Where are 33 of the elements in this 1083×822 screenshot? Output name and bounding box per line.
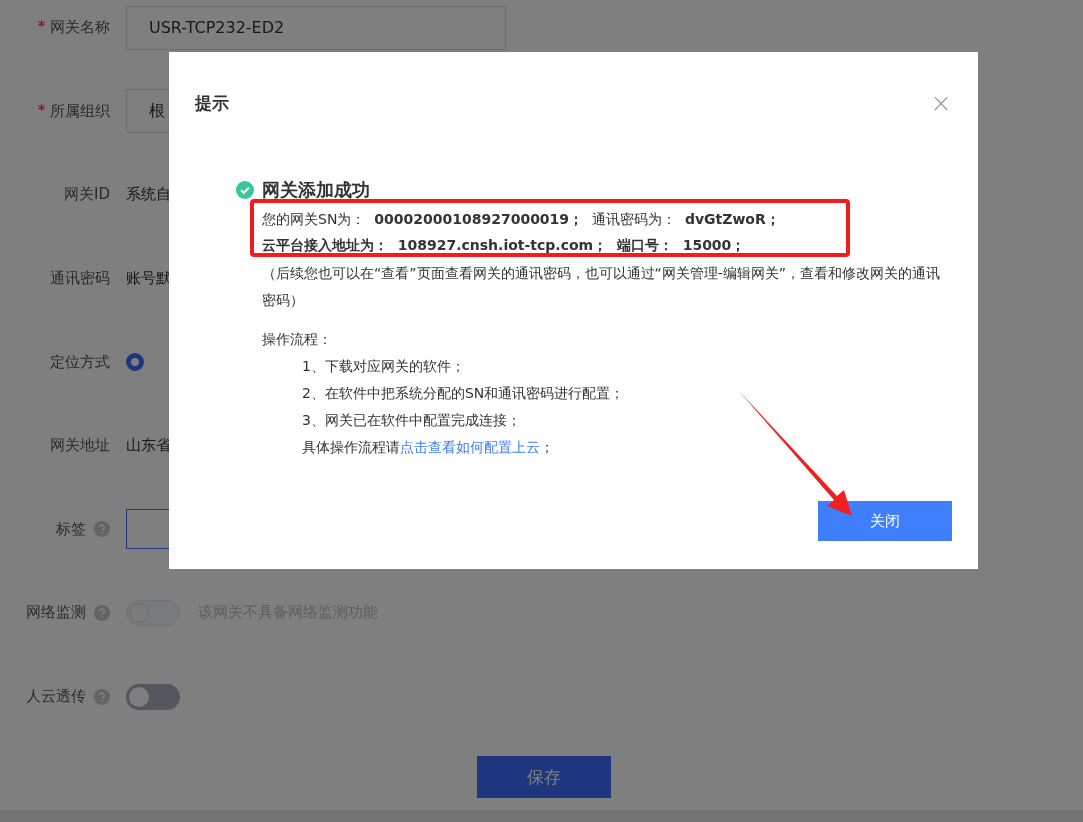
toggle-switch[interactable] [126, 683, 180, 710]
field-label: 网关名称 [50, 18, 110, 38]
guide-text: ； [540, 439, 554, 455]
field-value: 账号默 [126, 269, 171, 289]
field-label: 网关地址 [50, 436, 110, 456]
guide-text: 具体操作流程请 [302, 439, 400, 455]
help-icon[interactable] [94, 521, 110, 538]
step-text: 1、下载对应网关的软件； [302, 357, 466, 376]
step-text: 3、网关已在软件中配置完成连接； [302, 411, 522, 430]
guide-link[interactable]: 点击查看如何配置上云 [400, 439, 540, 455]
field-label: 定位方式 [50, 352, 110, 372]
text-input[interactable]: USR-TCP232-ED2 [126, 5, 506, 50]
save-button[interactable]: 保存 [477, 756, 611, 799]
address-line: 云平台接入地址为： 108927.cnsh.iot-tcp.com； 端口号： 15000； [262, 236, 747, 255]
field-label: 网络监测 [26, 603, 86, 623]
field-label: 标签 [56, 519, 86, 539]
close-dialog-button[interactable]: 关闭 [818, 501, 952, 541]
dialog-title: 提示 [195, 91, 229, 115]
sn-line: 您的网关SN为： 00002000108927000019； 通讯密码为： dvGtZwoR； [262, 210, 781, 229]
radio-button[interactable] [126, 353, 144, 372]
field-label: 人云透传 [26, 687, 86, 707]
steps-title: 操作流程： [262, 330, 333, 349]
help-icon[interactable] [94, 688, 110, 705]
field-label: 通讯密码 [50, 269, 110, 289]
field-value: 系统自 [126, 185, 171, 205]
step-text: 2、在软件中把系统分配的SN和通讯密码进行配置； [302, 384, 626, 403]
field-label: 网关ID [64, 185, 110, 205]
note-text: （后续您也可以在“查看”页面查看网关的通讯密码，也可以通过“网关管理-编辑网关”，查看和修改网关的通讯密码） [262, 264, 942, 310]
success-title: 网关添加成功 [262, 178, 370, 202]
success-check-icon [236, 181, 254, 199]
field-label: 所属组织 [50, 101, 110, 121]
field-value: 山东省 [126, 436, 171, 456]
close-button[interactable]: × [930, 90, 952, 116]
